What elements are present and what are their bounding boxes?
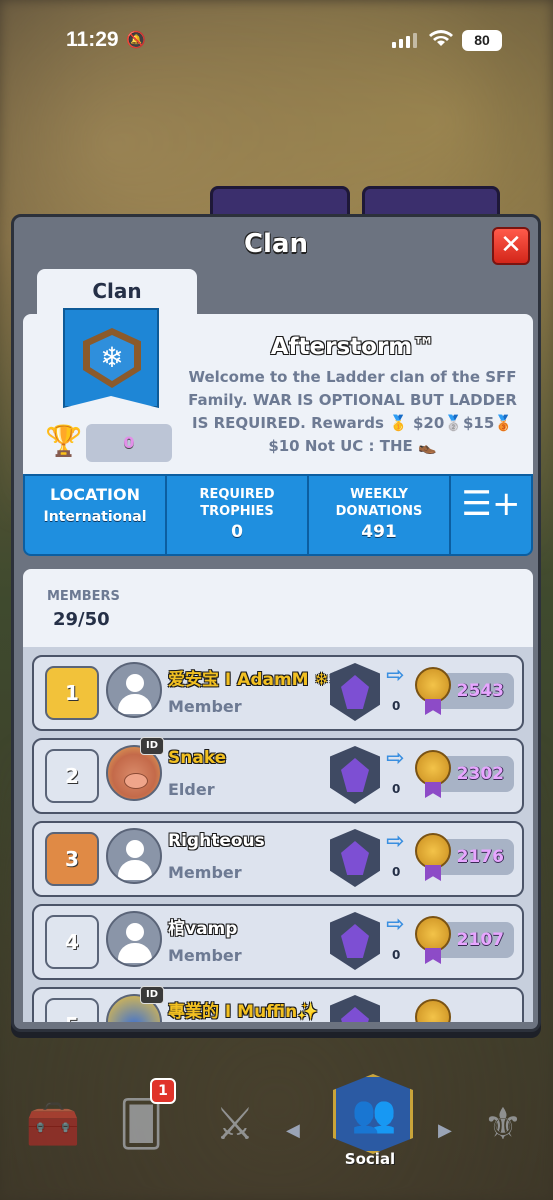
weekly-donations-stat: WEEKLY DONATIONS 491	[309, 476, 451, 554]
bell-muted-icon: 🔕	[126, 30, 146, 49]
arena-icon	[330, 912, 380, 970]
donation-icon: ⇨	[386, 663, 405, 688]
member-role: Elder	[168, 780, 215, 799]
id-badge: ID	[140, 986, 164, 1004]
trophy-medal-icon	[415, 833, 451, 869]
nav-cards[interactable]: 🂠	[96, 1090, 186, 1180]
clan-panel: Clan ✕ Clan ❄ 🏆 0 Afterstorm™ Welcome to…	[11, 214, 541, 1032]
arena-icon	[330, 663, 380, 721]
clan-trophy-score: 0	[86, 424, 172, 462]
bottom-navigation: 🧰 🂠 1 ⚔ ◀ 👥 Social ▶ ⚜	[0, 1070, 553, 1200]
nav-social-label: Social	[344, 1150, 396, 1168]
donation-icon: ⇨	[386, 746, 405, 771]
member-row[interactable]: 1 爱安宝 I AdamM ❄❄ Member ⇨ 0 2543	[32, 655, 524, 731]
member-role: Member	[168, 863, 242, 882]
member-role: Member	[168, 697, 242, 716]
required-label-line2: TROPHIES	[200, 504, 274, 519]
member-row[interactable]: 4 棺vamp Member ⇨ 0 2107	[32, 904, 524, 980]
clan-name: Afterstorm™	[270, 334, 436, 360]
member-row[interactable]: 2 ID Snake Elder ⇨ 0 2302	[32, 737, 524, 814]
donation-icon: ⇨	[386, 912, 405, 937]
member-name: Snake	[168, 748, 227, 768]
crossed-swords-icon: ⚔	[215, 1099, 255, 1150]
member-row[interactable]: 5 ID 專業的 I Muffin✨	[32, 986, 524, 1022]
signal-icon	[392, 33, 417, 48]
clan-stats-bar: LOCATION International REQUIRED TROPHIES…	[23, 474, 533, 556]
member-row[interactable]: 3 Righteous Member ⇨ 0 2176	[32, 821, 524, 897]
member-list[interactable]: 1 爱安宝 I AdamM ❄❄ Member ⇨ 0 2543 2 ID Sn…	[23, 647, 533, 1022]
panel-title: Clan	[243, 229, 309, 259]
notification-badge: 1	[150, 1078, 176, 1104]
member-rank: 3	[45, 832, 99, 886]
required-trophies-stat: REQUIRED TROPHIES 0	[167, 476, 309, 554]
avatar	[106, 828, 162, 884]
avatar	[106, 662, 162, 718]
trophy-medal-icon	[415, 667, 451, 703]
close-icon: ✕	[500, 230, 522, 260]
location-stat: LOCATION International	[25, 476, 167, 554]
required-trophies-value: 0	[231, 522, 243, 542]
status-time: 11:29	[66, 28, 119, 51]
nav-battle[interactable]: ⚔	[190, 1090, 280, 1180]
member-rank: 1	[45, 666, 99, 720]
location-label: LOCATION	[50, 485, 140, 504]
member-name: 爱安宝 I AdamM ❄❄	[168, 670, 343, 690]
members-header: MEMBERS 29/50	[23, 569, 533, 647]
trophy-medal-icon	[415, 999, 451, 1022]
weekly-donations-value: 491	[361, 522, 397, 542]
battery-indicator: 80	[462, 30, 502, 51]
trophy-icon: 🏆	[45, 424, 83, 459]
nav-shop[interactable]: 🧰	[8, 1090, 98, 1180]
chevron-left-icon: ◀	[286, 1120, 300, 1141]
members-label: MEMBERS	[47, 589, 120, 604]
member-rank: 5	[45, 998, 99, 1022]
member-donations: 0	[392, 865, 401, 879]
wifi-icon	[428, 28, 454, 52]
donation-icon: ⇨	[386, 829, 405, 854]
trophy-medal-icon	[415, 750, 451, 786]
status-bar: 11:29 🔕 80	[0, 0, 553, 80]
list-add-icon: ☰+	[461, 484, 521, 524]
clan-info-card: ❄ 🏆 0 Afterstorm™ Welcome to the Ladder …	[23, 308, 533, 474]
arena-icon	[330, 746, 380, 804]
member-name: 棺vamp	[168, 919, 238, 939]
member-donations: 0	[392, 948, 401, 962]
required-label-line1: REQUIRED	[199, 487, 275, 502]
chevron-right-icon: ▶	[438, 1120, 452, 1141]
clan-menu-button[interactable]: ☰+	[451, 476, 531, 554]
member-rank: 2	[45, 749, 99, 803]
member-name: Righteous	[168, 831, 265, 851]
members-count: 29/50	[53, 609, 110, 630]
member-rank: 4	[45, 915, 99, 969]
nav-events[interactable]: ⚜	[458, 1090, 548, 1180]
member-donations: 0	[392, 699, 401, 713]
avatar	[106, 911, 162, 967]
arena-icon	[330, 829, 380, 887]
close-button[interactable]: ✕	[492, 227, 530, 265]
member-role: Member	[168, 946, 242, 965]
laurel-sword-icon: ⚜	[483, 1099, 523, 1150]
member-donations: 0	[392, 782, 401, 796]
member-name: 專業的 I Muffin✨	[168, 1002, 319, 1022]
clan-description: Welcome to the Ladder clan of the SFF Fa…	[188, 368, 517, 455]
trophy-medal-icon	[415, 916, 451, 952]
chest-icon: 🧰	[25, 1099, 81, 1150]
id-badge: ID	[140, 737, 164, 755]
arena-icon	[330, 995, 380, 1022]
location-value: International	[43, 509, 147, 525]
donations-label-line1: WEEKLY	[350, 487, 408, 502]
donations-label-line2: DONATIONS	[335, 504, 423, 519]
